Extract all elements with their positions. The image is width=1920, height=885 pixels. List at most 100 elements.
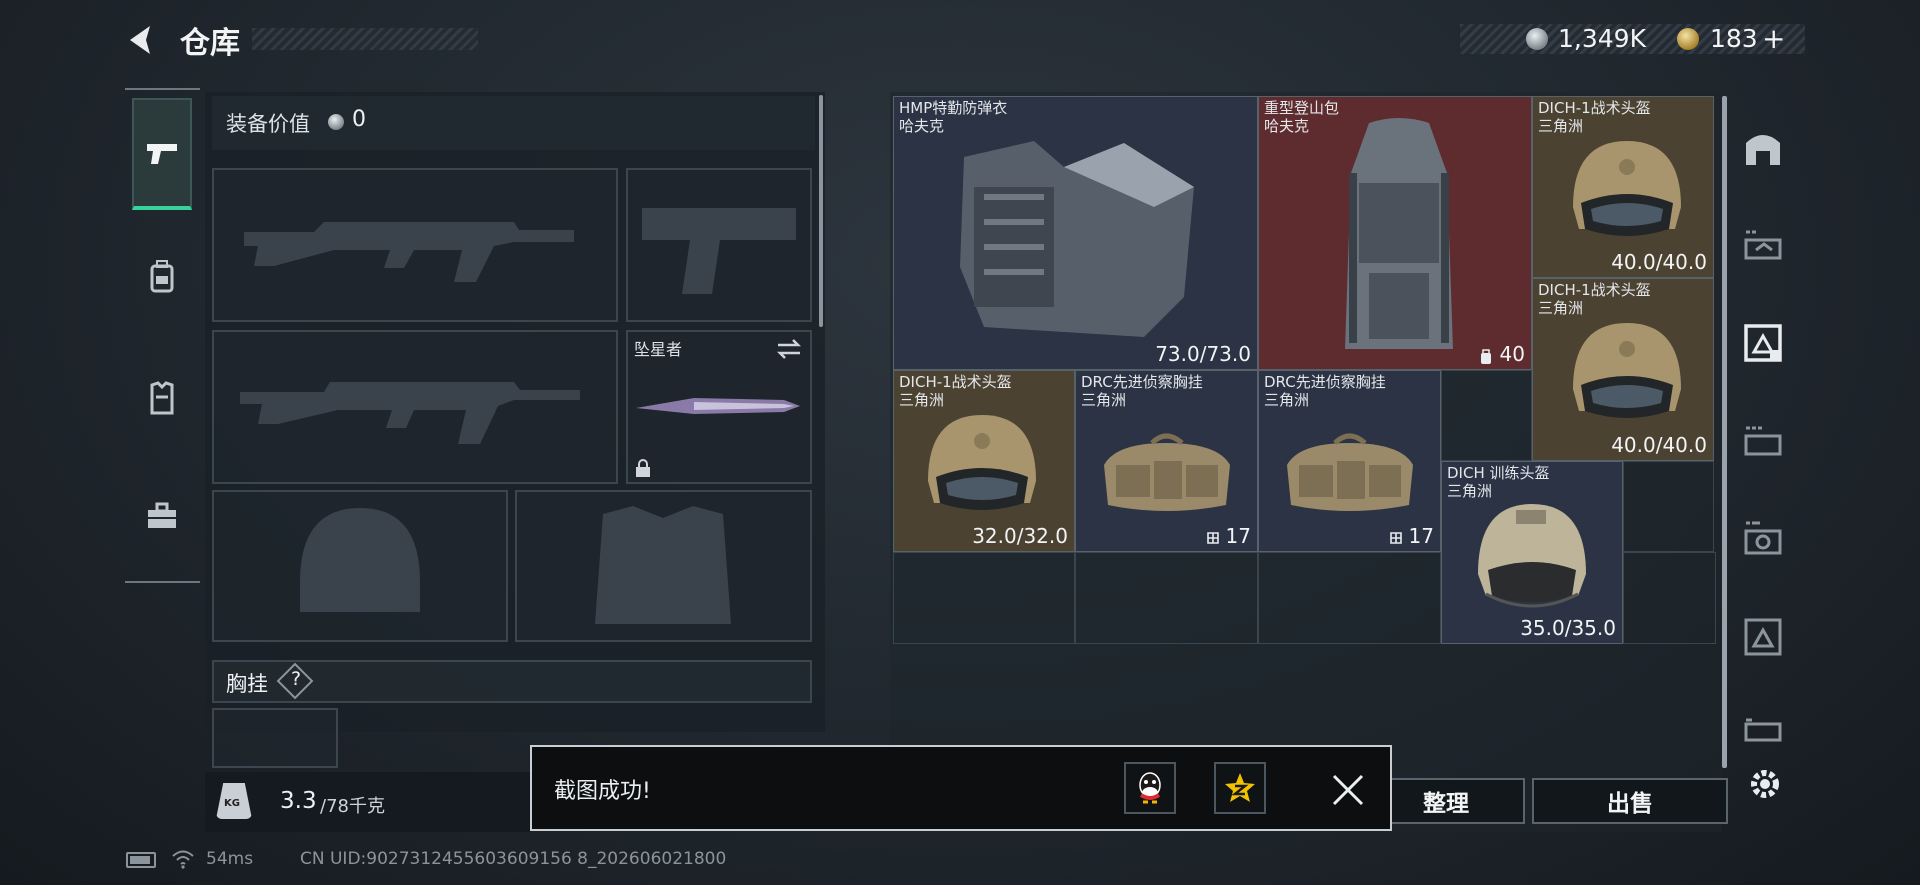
helmet-slot[interactable] bbox=[212, 490, 508, 642]
body-armor-icon bbox=[960, 141, 1194, 337]
tactical-helmet-icon bbox=[928, 415, 1036, 510]
chest-rig-icon bbox=[1104, 433, 1230, 511]
backpack-icon bbox=[150, 260, 174, 293]
storage-selected-icon bbox=[1744, 324, 1782, 362]
inventory-scrollbar[interactable] bbox=[1722, 96, 1727, 768]
ping-text: 54ms bbox=[206, 849, 254, 869]
item-durability: 35.0/35.0 bbox=[1520, 616, 1616, 640]
inventory-item-backpack[interactable]: 重型登山包 哈夫克 40 bbox=[1258, 96, 1532, 370]
inventory-item-helmet[interactable]: DICH-1战术头盔 三角洲 40.0/40.0 bbox=[1532, 96, 1714, 278]
silver-amount: 1,349K bbox=[1558, 24, 1646, 53]
helmet-silhouette-icon bbox=[300, 508, 420, 612]
weight-icon-label: KG bbox=[224, 798, 240, 809]
inventory-item-armor[interactable]: HMP特勤防弹衣 哈夫克 73.0/73.0 bbox=[893, 96, 1258, 370]
equipment-value-amount: 0 bbox=[352, 107, 366, 132]
page-title: 仓库 bbox=[180, 26, 240, 61]
toolbox-icon bbox=[148, 502, 176, 528]
vest-icon bbox=[150, 381, 174, 415]
item-name: DRC先进侦察胸挂 三角洲 bbox=[1081, 373, 1203, 409]
nav-backpack[interactable] bbox=[132, 220, 192, 332]
nav-storage-3[interactable] bbox=[1738, 416, 1788, 466]
qzone-icon bbox=[1225, 773, 1255, 802]
item-name: 重型登山包 哈夫克 bbox=[1264, 99, 1340, 135]
pistol-slot[interactable] bbox=[626, 168, 812, 322]
inventory-item-helmet[interactable]: DICH-1战术头盔 三角洲 40.0/40.0 bbox=[1532, 278, 1714, 461]
item-capacity: 40 bbox=[1499, 342, 1525, 366]
slots-icon bbox=[1390, 532, 1402, 544]
silver-coin-icon bbox=[1526, 28, 1548, 50]
item-slots: 17 bbox=[1408, 524, 1434, 548]
storage-tier-5-icon bbox=[1744, 618, 1782, 656]
nav-warehouse[interactable] bbox=[1738, 122, 1788, 172]
chest-rig-icon bbox=[1287, 433, 1413, 511]
tactical-helmet-icon bbox=[1573, 323, 1681, 418]
item-durability: 73.0/73.0 bbox=[1155, 342, 1251, 366]
weight-capacity: /78千克 bbox=[320, 796, 385, 817]
melee-name: 坠星者 bbox=[634, 340, 683, 359]
rifle-silhouette-icon bbox=[244, 222, 574, 282]
gear-icon bbox=[1751, 770, 1779, 798]
nav-vest[interactable] bbox=[132, 342, 192, 454]
title-decoration bbox=[252, 28, 478, 50]
chest-rig-label: 胸挂 bbox=[226, 672, 268, 696]
secondary-weapon-slot[interactable] bbox=[212, 330, 618, 484]
inventory-item-training-helmet[interactable]: DICH 训练头盔 三角洲 35.0/35.0 bbox=[1441, 461, 1623, 644]
weight-current: 3.3 bbox=[280, 788, 317, 814]
inventory-item-helmet[interactable]: DICH-1战术头盔 三角洲 32.0/32.0 bbox=[893, 370, 1075, 552]
add-currency-button[interactable]: + bbox=[1762, 22, 1785, 55]
back-button[interactable] bbox=[122, 20, 162, 60]
pistol-silhouette-icon bbox=[642, 208, 796, 294]
close-toast-button[interactable] bbox=[1330, 772, 1366, 808]
item-name: DICH-1战术头盔 三角洲 bbox=[1538, 99, 1651, 135]
warehouse-icon bbox=[1746, 135, 1780, 165]
melee-slot[interactable]: 坠星者 bbox=[626, 330, 812, 484]
chest-rig-header: 胸挂 ? bbox=[212, 660, 812, 703]
inventory-item-chest-rig[interactable]: DRC先进侦察胸挂 三角洲 17 bbox=[1258, 370, 1441, 552]
item-durability: 32.0/32.0 bbox=[972, 524, 1068, 548]
sell-button[interactable]: 出售 bbox=[1532, 778, 1728, 824]
help-symbol: ? bbox=[291, 668, 302, 690]
item-durability: 40.0/40.0 bbox=[1611, 433, 1707, 457]
training-helmet-icon bbox=[1478, 504, 1586, 608]
item-name: DICH-1战术头盔 三角洲 bbox=[1538, 281, 1651, 317]
wifi-icon bbox=[172, 850, 194, 869]
nav-toolbox[interactable] bbox=[132, 460, 192, 572]
item-durability: 40.0/40.0 bbox=[1611, 250, 1707, 274]
nav-storage-4[interactable] bbox=[1738, 514, 1788, 564]
item-slots: 17 bbox=[1225, 524, 1251, 548]
gold-amount: 183 bbox=[1710, 24, 1758, 53]
inventory-item-chest-rig[interactable]: DRC先进侦察胸挂 三角洲 17 bbox=[1075, 370, 1258, 552]
inventory-grid: HMP特勤防弹衣 哈夫克 73.0/73.0 重型登山包 哈夫克 40 DICH… bbox=[893, 96, 1717, 645]
slots-icon bbox=[1207, 532, 1219, 544]
storage-tier-4-icon bbox=[1744, 521, 1782, 555]
nav-storage-2[interactable] bbox=[1738, 220, 1788, 270]
storage-tier-3-icon bbox=[1744, 426, 1782, 456]
share-qzone-button[interactable] bbox=[1214, 762, 1266, 814]
pistol-icon bbox=[147, 144, 177, 164]
nav-storage-5[interactable] bbox=[1738, 612, 1788, 662]
capacity-icon bbox=[1481, 349, 1491, 364]
nav-storage-6[interactable] bbox=[1738, 706, 1788, 756]
storage-tier-2-icon bbox=[1744, 230, 1782, 260]
qq-icon bbox=[1139, 772, 1161, 804]
settings-button[interactable] bbox=[1745, 764, 1785, 804]
nav-weapons[interactable] bbox=[132, 98, 192, 210]
equipment-value-label: 装备价值 bbox=[226, 112, 310, 136]
chest-rig-slot[interactable] bbox=[212, 708, 338, 768]
gold-coin-icon bbox=[1677, 28, 1699, 50]
armor-silhouette-icon bbox=[595, 506, 731, 624]
silver-coin-icon bbox=[328, 114, 344, 130]
storage-tier-6-icon bbox=[1744, 718, 1782, 742]
tactical-helmet-icon bbox=[1573, 141, 1681, 236]
close-icon bbox=[1332, 774, 1364, 806]
share-qq-button[interactable] bbox=[1124, 762, 1176, 814]
nav-storage-active[interactable] bbox=[1738, 318, 1788, 368]
armor-slot[interactable] bbox=[515, 490, 812, 642]
swap-icon[interactable] bbox=[776, 338, 802, 360]
rifle-silhouette-icon bbox=[240, 382, 580, 444]
hiking-backpack-icon bbox=[1345, 118, 1453, 349]
item-name: DICH 训练头盔 三角洲 bbox=[1447, 464, 1550, 500]
toast-message: 截图成功! bbox=[554, 779, 651, 804]
equipment-scrollbar[interactable] bbox=[819, 95, 823, 327]
primary-weapon-slot[interactable] bbox=[212, 168, 618, 322]
